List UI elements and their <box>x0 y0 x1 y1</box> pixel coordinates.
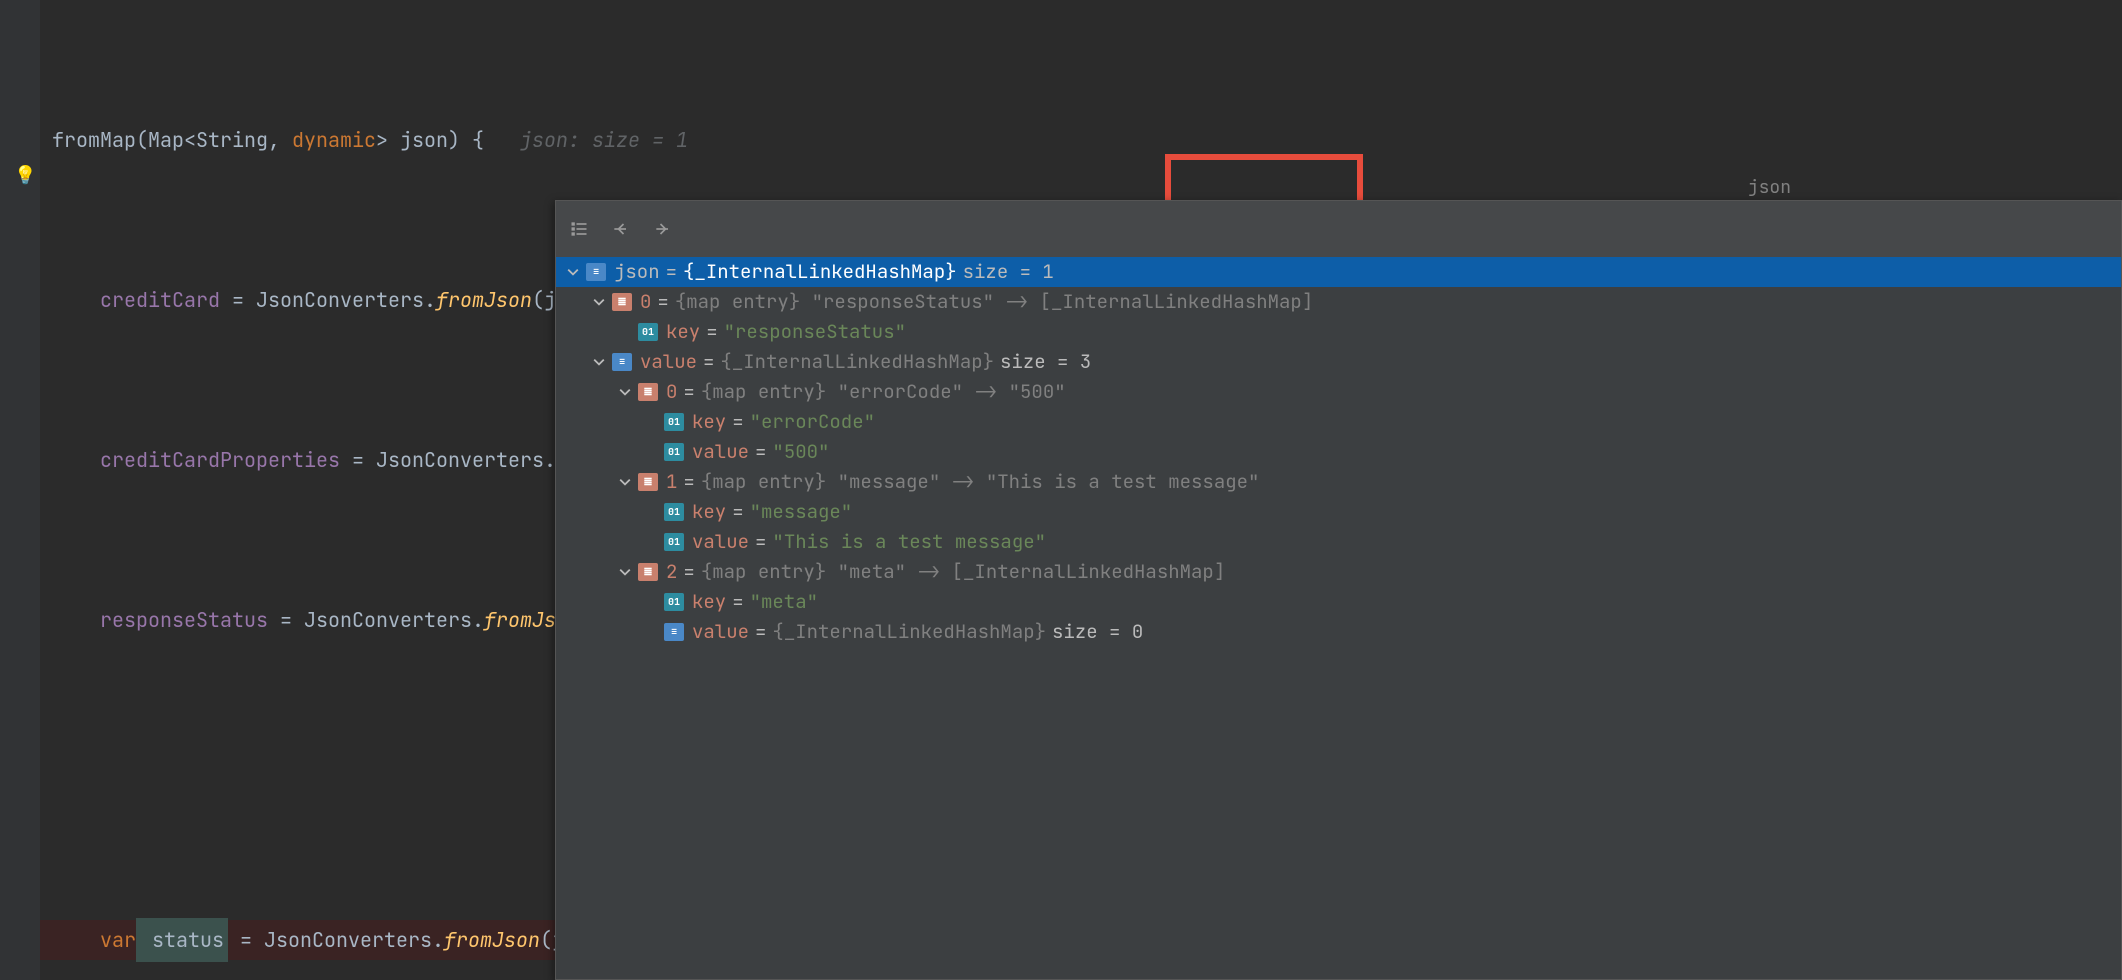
map-entry-icon: ≣ <box>638 383 658 401</box>
inline-hint: json: size = 1 <box>484 120 688 160</box>
tree-row[interactable]: ≣ 1 = {map entry} "message" -> "This is … <box>556 467 2121 497</box>
chevron-down-icon[interactable] <box>616 563 634 581</box>
chevron-down-icon[interactable] <box>616 473 634 491</box>
tree-row[interactable]: 01 value = "500" <box>556 437 2121 467</box>
map-entry-icon: ≣ <box>638 473 658 491</box>
popup-toolbar <box>556 201 2121 257</box>
code-line[interactable]: fromMap(Map<String, dynamic> json) { jso… <box>40 120 2122 160</box>
value-icon: 01 <box>664 593 684 611</box>
value-icon: 01 <box>664 443 684 461</box>
variable-tree[interactable]: ≡ json = {_InternalLinkedHashMap} size =… <box>556 257 2121 979</box>
list-icon: ≡ <box>612 353 632 371</box>
value-icon: 01 <box>664 533 684 551</box>
chevron-down-icon[interactable] <box>590 293 608 311</box>
list-icon: ≡ <box>586 263 606 281</box>
editor-gutter: 💡 <box>0 0 40 980</box>
tree-row[interactable]: ≡ value = {_InternalLinkedHashMap} size … <box>556 347 2121 377</box>
tree-row[interactable]: 01 key = "message" <box>556 497 2121 527</box>
chevron-down-icon[interactable] <box>616 383 634 401</box>
tree-row[interactable]: 01 key = "errorCode" <box>556 407 2121 437</box>
tree-root-row[interactable]: ≡ json = {_InternalLinkedHashMap} size =… <box>556 257 2121 287</box>
popup-title: json <box>1748 176 1791 199</box>
tree-row[interactable]: 01 value = "This is a test message" <box>556 527 2121 557</box>
tree-row[interactable]: ≡ value = {_InternalLinkedHashMap} size … <box>556 617 2121 647</box>
value-icon: 01 <box>638 323 658 341</box>
tree-row[interactable]: 01 key = "meta" <box>556 587 2121 617</box>
value-icon: 01 <box>664 413 684 431</box>
tree-row[interactable]: ≣ 0 = {map entry} "responseStatus" -> [_… <box>556 287 2121 317</box>
lightbulb-icon[interactable]: 💡 <box>14 164 36 187</box>
map-entry-icon: ≣ <box>638 563 658 581</box>
code-editor[interactable]: 💡 fromMap(Map<String, dynamic> json) { j… <box>0 0 2122 980</box>
tree-row[interactable]: ≣ 2 = {map entry} "meta" -> [_InternalLi… <box>556 557 2121 587</box>
chevron-down-icon[interactable] <box>590 353 608 371</box>
chevron-down-icon[interactable] <box>564 263 582 281</box>
method-name: fromMap <box>52 120 136 160</box>
debug-inspector-popup[interactable]: json ≡ json = {_InternalLinkedHashMap} s… <box>555 200 2122 980</box>
list-icon: ≡ <box>664 623 684 641</box>
forward-arrow-icon[interactable] <box>652 218 674 240</box>
configure-icon[interactable] <box>568 218 590 240</box>
value-icon: 01 <box>664 503 684 521</box>
tree-row[interactable]: 01 key = "responseStatus" <box>556 317 2121 347</box>
map-entry-icon: ≣ <box>612 293 632 311</box>
tree-row[interactable]: ≣ 0 = {map entry} "errorCode" -> "500" <box>556 377 2121 407</box>
back-arrow-icon[interactable] <box>610 218 632 240</box>
